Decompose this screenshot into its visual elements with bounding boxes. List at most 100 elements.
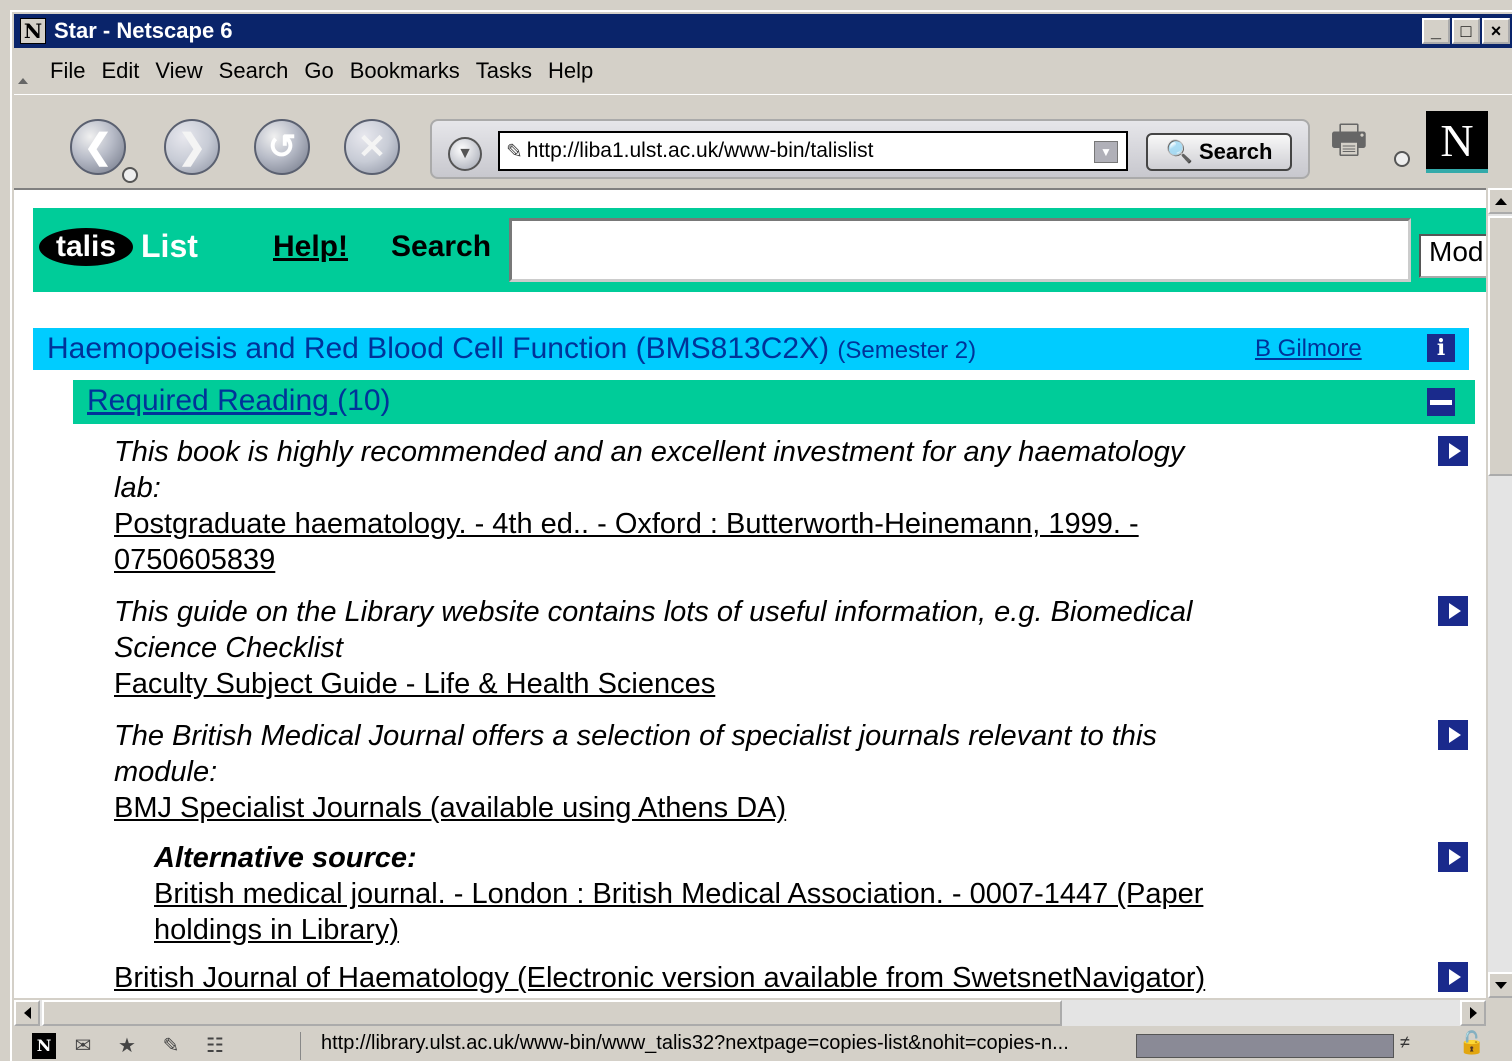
address-book-icon[interactable]: ☷ [198, 1033, 232, 1059]
scroll-left-icon [23, 1007, 31, 1019]
search-button-label: Search [1199, 139, 1273, 164]
horizontal-scroll-thumb[interactable] [42, 1000, 1062, 1026]
scroll-left-button[interactable] [14, 1000, 40, 1026]
alternative-source-label: Alternative source: [154, 842, 417, 874]
scroll-up-button[interactable] [1488, 188, 1512, 214]
navigation-toolbar: ❮ ❯ ↺ ✕ ▼ ✎ http://liba1.ulst.ac.uk/www-… [14, 94, 1512, 198]
scroll-up-icon [1495, 197, 1507, 205]
vertical-scroll-thumb[interactable] [1488, 216, 1512, 476]
scroll-right-icon [1469, 1007, 1477, 1019]
item-note: The British Medical Journal offers a sel… [114, 720, 1157, 788]
url-text: http://liba1.ulst.ac.uk/www-bin/talislis… [526, 139, 874, 162]
section-header: Required Reading (10) [73, 380, 1475, 424]
play-icon[interactable] [1438, 596, 1468, 626]
talis-logo: talis [39, 228, 133, 266]
scroll-down-icon [1495, 981, 1507, 989]
url-toolbar-group: ▼ ✎ http://liba1.ulst.ac.uk/www-bin/tali… [430, 119, 1310, 179]
menu-edit[interactable]: Edit [101, 58, 139, 84]
scroll-right-button[interactable] [1460, 1000, 1486, 1026]
maximize-button[interactable]: □ [1452, 18, 1480, 44]
module-semester: (Semester 2) [837, 337, 977, 364]
menu-search[interactable]: Search [219, 58, 289, 84]
status-text: http://library.ulst.ac.uk/www-bin/www_ta… [300, 1032, 1130, 1060]
play-icon[interactable] [1438, 436, 1468, 466]
item-citation-link[interactable]: Postgraduate haematology. - 4th ed.. - O… [114, 506, 1224, 578]
status-bar: N ✉ ★ ✎ ☷ http://library.ulst.ac.uk/www-… [14, 1028, 1512, 1061]
menu-help[interactable]: Help [548, 58, 593, 84]
search-input[interactable] [509, 218, 1411, 282]
history-dropdown-icon[interactable]: ▼ [448, 137, 482, 171]
search-label: Search [391, 230, 492, 263]
module-name: Haemopoeisis and Red Blood Cell Function… [47, 332, 830, 365]
collapse-icon[interactable] [1427, 388, 1455, 416]
module-title: Haemopoeisis and Red Blood Cell Function… [47, 332, 976, 366]
item-citation-link[interactable]: Faculty Subject Guide - Life & Health Sc… [114, 666, 1224, 702]
item-citation-link[interactable]: BMJ Specialist Journals (available using… [114, 790, 1224, 826]
forward-button[interactable]: ❯ [164, 119, 220, 175]
netscape-app-icon: N [20, 18, 46, 44]
talis-header: talis List Help! Search Mod [33, 208, 1486, 292]
composer-icon[interactable]: ✎ [154, 1033, 188, 1059]
aim-icon[interactable]: ★ [110, 1033, 144, 1059]
list-item: The British Medical Journal offers a sel… [114, 718, 1224, 826]
list-item: This guide on the Library website contai… [114, 594, 1224, 702]
scroll-down-button[interactable] [1488, 972, 1512, 998]
print-dropdown[interactable] [1394, 151, 1410, 167]
mail-icon[interactable]: ✉ [66, 1033, 100, 1059]
help-link[interactable]: Help! [273, 230, 348, 264]
menu-tasks[interactable]: Tasks [476, 58, 532, 84]
required-reading-link[interactable]: Required Reading [87, 384, 337, 417]
netscape-icon[interactable]: N [32, 1032, 56, 1059]
reload-button[interactable]: ↺ [254, 119, 310, 175]
info-icon[interactable]: i [1427, 334, 1455, 362]
menu-view[interactable]: View [155, 58, 202, 84]
menu-bar: File Edit View Search Go Bookmarks Tasks… [14, 52, 1512, 90]
section-title: Required Reading (10) [87, 384, 391, 418]
print-icon: 🖶 [1330, 118, 1368, 162]
close-button[interactable]: × [1482, 18, 1510, 44]
back-history-dropdown[interactable] [122, 167, 138, 183]
list-item-alternative: Alternative source: British medical jour… [154, 840, 1224, 948]
back-button[interactable]: ❮ [70, 119, 126, 175]
item-note: This guide on the Library website contai… [114, 596, 1193, 664]
menu-file[interactable]: File [50, 58, 85, 84]
item-citation-link[interactable]: British medical journal. - London : Brit… [154, 876, 1224, 948]
security-lock-icon[interactable]: 🔓 [1458, 1030, 1490, 1058]
play-icon[interactable] [1438, 842, 1468, 872]
forward-icon: ❯ [177, 128, 207, 166]
url-field[interactable]: ✎ http://liba1.ulst.ac.uk/www-bin/talisl… [498, 131, 1128, 171]
item-citation-link[interactable]: British Journal of Haematology (Electron… [114, 960, 1224, 996]
mode-select[interactable]: Mod [1419, 234, 1486, 278]
back-icon: ❮ [83, 128, 113, 166]
browser-window: N Star - Netscape 6 _ □ × File Edit View… [10, 10, 1512, 1061]
progress-bar [1136, 1034, 1394, 1058]
menubar-grip[interactable] [14, 52, 28, 90]
section-count: (10) [337, 384, 391, 417]
play-icon[interactable] [1438, 720, 1468, 750]
search-button[interactable]: 🔍 Search [1146, 133, 1292, 171]
url-dropdown-arrow[interactable]: ▼ [1094, 141, 1118, 163]
title-bar: N Star - Netscape 6 _ □ × [14, 14, 1512, 48]
module-header: Haemopoeisis and Red Blood Cell Function… [33, 328, 1469, 370]
window-controls: _ □ × [1422, 18, 1510, 44]
reload-icon: ↺ [267, 128, 297, 166]
magnifier-icon: 🔍 [1165, 139, 1193, 164]
page-content: talis List Help! Search Mod Haemopoeisis… [14, 188, 1486, 998]
list-item: This book is highly recommended and an e… [114, 434, 1224, 578]
talis-list-label: List [141, 228, 198, 264]
menu-bookmarks[interactable]: Bookmarks [350, 58, 460, 84]
stop-button[interactable]: ✕ [344, 119, 400, 175]
horizontal-scrollbar[interactable] [14, 1000, 1486, 1026]
module-owner-link[interactable]: B Gilmore [1255, 335, 1362, 363]
netscape-throbber[interactable]: N [1426, 111, 1488, 173]
menu-go[interactable]: Go [304, 58, 333, 84]
minimize-button[interactable]: _ [1422, 18, 1450, 44]
list-item: British Journal of Haematology (Electron… [114, 960, 1224, 996]
online-icon[interactable]: ≠ [1400, 1032, 1440, 1058]
item-note: This book is highly recommended and an e… [114, 436, 1185, 504]
page-proxy-icon[interactable]: ✎ [506, 139, 523, 164]
stop-icon: ✕ [357, 128, 387, 166]
print-button[interactable]: 🖶 [1330, 111, 1400, 171]
play-icon[interactable] [1438, 962, 1468, 992]
vertical-scrollbar[interactable] [1488, 188, 1512, 998]
